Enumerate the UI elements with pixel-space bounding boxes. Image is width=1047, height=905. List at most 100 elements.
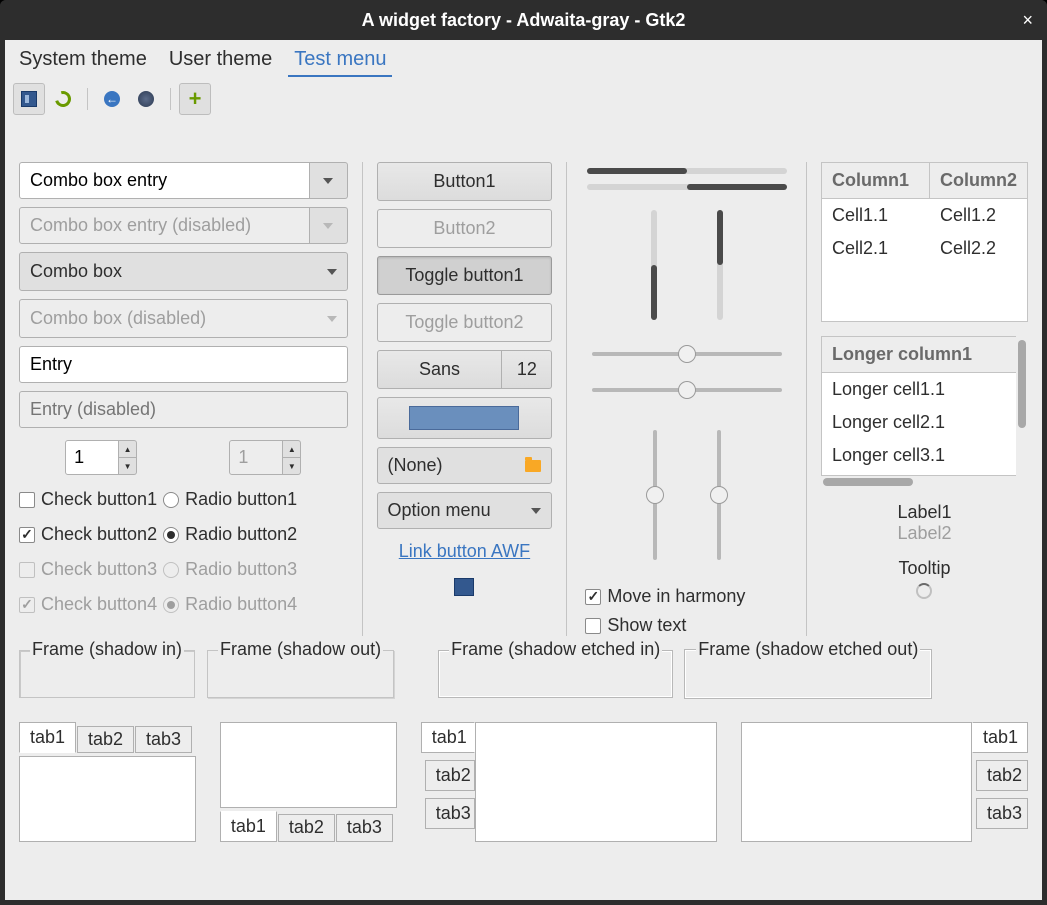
check-showtext[interactable] bbox=[585, 618, 601, 634]
tab[interactable]: tab3 bbox=[336, 814, 393, 842]
column-entries: Combo box Combo box (disabled) ▲▼ ▲▼ bbox=[19, 162, 348, 636]
tab[interactable]: tab3 bbox=[135, 726, 192, 753]
menu-system-theme[interactable]: System theme bbox=[13, 44, 153, 77]
combo-box-disabled: Combo box (disabled) bbox=[19, 299, 348, 338]
slider-thumb[interactable] bbox=[710, 486, 728, 504]
radio-button-4-disabled bbox=[163, 597, 179, 613]
spin-button-2-disabled: ▲▼ bbox=[229, 440, 301, 475]
document-icon bbox=[21, 91, 37, 107]
tab[interactable]: tab2 bbox=[77, 726, 134, 753]
progress-fill bbox=[717, 210, 723, 265]
slider-thumb[interactable] bbox=[678, 345, 696, 363]
titlebar[interactable]: A widget factory - Adwaita-gray - Gtk2 × bbox=[0, 0, 1047, 40]
frame-shadow-in: Frame (shadow in) bbox=[19, 650, 195, 698]
scrollbar-thumb[interactable] bbox=[1018, 340, 1026, 428]
button-1[interactable]: Button1 bbox=[377, 162, 553, 201]
notebooks-row: tab2 tab3 tab1 tab2 tab3 tab1 tab2 tab3 … bbox=[19, 722, 1028, 842]
column-tables: Column1Column2 Cell1.1Cell1.2 Cell2.1Cel… bbox=[821, 162, 1028, 636]
spin-down-icon: ▼ bbox=[283, 457, 301, 475]
spin-up-icon[interactable]: ▲ bbox=[119, 440, 137, 457]
menu-test-menu[interactable]: Test menu bbox=[288, 44, 392, 77]
entry-field[interactable] bbox=[19, 346, 348, 383]
horizontal-slider-2[interactable] bbox=[592, 388, 782, 392]
table-row[interactable]: Cell1.1Cell1.2 bbox=[822, 199, 1027, 232]
radio-label: Radio button1 bbox=[185, 489, 297, 510]
color-button[interactable] bbox=[377, 397, 553, 439]
frame-label: Frame (shadow etched in) bbox=[449, 639, 662, 660]
vertical-scrollbar[interactable] bbox=[1016, 336, 1028, 476]
toolbar-open-button[interactable] bbox=[13, 83, 45, 115]
menubar: System theme User theme Test menu bbox=[5, 40, 1042, 77]
table-row[interactable]: Cell2.1Cell2.2 bbox=[822, 232, 1027, 265]
table-cell: Cell2.2 bbox=[930, 232, 1027, 265]
spin-value[interactable] bbox=[65, 440, 119, 475]
notebook-bottom: tab2 tab3 tab1 bbox=[220, 722, 397, 842]
tab-active[interactable]: tab1 bbox=[421, 722, 475, 753]
toolbar-refresh-button[interactable] bbox=[47, 83, 79, 115]
font-button[interactable]: Sans bbox=[377, 350, 503, 389]
vertical-slider-2[interactable] bbox=[717, 430, 721, 560]
table-cell: Cell2.1 bbox=[822, 232, 930, 265]
label-1: Label1 bbox=[821, 502, 1028, 523]
scrollbar-thumb[interactable] bbox=[823, 478, 913, 486]
toolbar-back-button[interactable]: ← bbox=[96, 83, 128, 115]
column-sliders: Move in harmony Show text bbox=[581, 162, 792, 636]
frame-etched-in: Frame (shadow etched in) bbox=[438, 650, 673, 698]
check-button-2[interactable] bbox=[19, 527, 35, 543]
check-harmony[interactable] bbox=[585, 589, 601, 605]
slider-thumb[interactable] bbox=[678, 381, 696, 399]
tab-active[interactable]: tab1 bbox=[972, 722, 1028, 753]
vertical-slider-1[interactable] bbox=[653, 430, 657, 560]
spin-button-1[interactable]: ▲▼ bbox=[65, 440, 137, 475]
check-button-1[interactable] bbox=[19, 492, 35, 508]
table-header-cell[interactable]: Column2 bbox=[930, 163, 1027, 198]
horizontal-slider-1[interactable] bbox=[592, 352, 782, 356]
toggle-button-1[interactable]: Toggle button1 bbox=[377, 256, 553, 295]
table-row[interactable]: Longer cell3.1 bbox=[822, 439, 1027, 472]
combo-box-entry-disabled bbox=[19, 207, 310, 244]
client-area: System theme User theme Test menu ← + bbox=[5, 40, 1042, 900]
combo-dropdown-button[interactable] bbox=[310, 162, 348, 199]
forward-icon bbox=[138, 91, 154, 107]
notebook-left: tab2 tab3 tab1 bbox=[421, 722, 717, 842]
entry-disabled bbox=[19, 391, 348, 428]
table-row[interactable]: Longer cell1.1 bbox=[822, 373, 1027, 406]
combo-box-label: Combo box bbox=[30, 261, 122, 282]
notebook-page bbox=[19, 756, 196, 842]
file-chooser-button[interactable]: (None) bbox=[377, 447, 553, 484]
radio-button-1[interactable] bbox=[163, 492, 179, 508]
table-cell: Longer cell2.1 bbox=[822, 406, 955, 439]
horizontal-scrollbar[interactable] bbox=[821, 476, 1028, 488]
radio-button-2[interactable] bbox=[163, 527, 179, 543]
tab-active[interactable]: tab1 bbox=[19, 722, 76, 753]
slider-thumb[interactable] bbox=[646, 486, 664, 504]
link-button[interactable]: Link button AWF bbox=[377, 537, 553, 566]
tab[interactable]: tab3 bbox=[425, 798, 475, 829]
frame-label: Frame (shadow out) bbox=[218, 639, 383, 660]
toolbar-forward-button[interactable] bbox=[130, 83, 162, 115]
tab[interactable]: tab2 bbox=[425, 760, 475, 791]
menu-user-theme[interactable]: User theme bbox=[163, 44, 278, 77]
close-icon[interactable]: × bbox=[1022, 10, 1033, 31]
check-label: Check button2 bbox=[41, 524, 157, 545]
tab[interactable]: tab2 bbox=[278, 814, 335, 842]
tab[interactable]: tab3 bbox=[976, 798, 1028, 829]
font-size-button[interactable]: 12 bbox=[502, 350, 552, 389]
spin-up-icon: ▲ bbox=[283, 440, 301, 457]
table-header-cell[interactable]: Column1 bbox=[822, 163, 930, 198]
file-label: (None) bbox=[388, 455, 443, 476]
option-menu[interactable]: Option menu bbox=[377, 492, 553, 529]
spin-down-icon[interactable]: ▼ bbox=[119, 457, 137, 475]
combo-box-entry[interactable] bbox=[19, 162, 310, 199]
toolbar-add-button[interactable]: + bbox=[179, 83, 211, 115]
progress-fill bbox=[687, 184, 787, 190]
table-row[interactable]: Longer cell2.1 bbox=[822, 406, 1027, 439]
refresh-icon bbox=[52, 88, 74, 110]
tab[interactable]: tab2 bbox=[976, 760, 1028, 791]
toolbar-separator bbox=[170, 88, 171, 110]
color-swatch bbox=[409, 406, 519, 430]
table-header-cell[interactable]: Longer column1 bbox=[822, 337, 1002, 372]
tab-active[interactable]: tab1 bbox=[220, 811, 277, 842]
combo-box[interactable]: Combo box bbox=[19, 252, 348, 291]
table-2: Longer column1 Longer cell1.1 Longer cel… bbox=[821, 336, 1028, 476]
